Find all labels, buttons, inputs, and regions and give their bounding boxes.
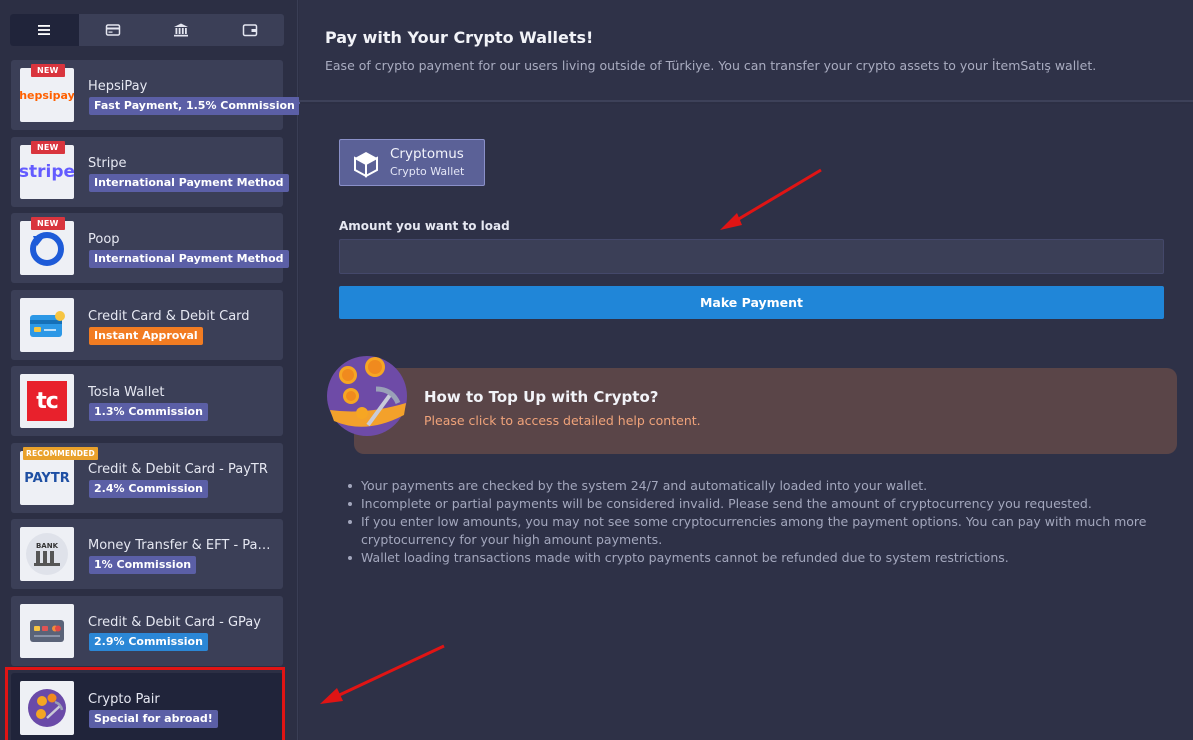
crypto-mining-icon bbox=[327, 356, 407, 436]
payment-method-crypto-pair[interactable]: Crypto Pair Special for abroad! bbox=[5, 667, 285, 740]
menu-icon bbox=[38, 25, 51, 35]
list-item: Incomplete or partial payments will be c… bbox=[343, 495, 1173, 513]
cube-icon bbox=[354, 152, 378, 178]
list-item: Your payments are checked by the system … bbox=[343, 477, 1173, 495]
tab-cards[interactable] bbox=[79, 14, 148, 46]
method-badge: Special for abroad! bbox=[89, 710, 218, 728]
list-item: If you enter low amounts, you may not se… bbox=[343, 513, 1173, 549]
crypto-payment-panel: Cryptomus Crypto Wallet Amount you want … bbox=[299, 104, 1193, 740]
make-payment-button[interactable]: Make Payment bbox=[339, 286, 1164, 319]
tab-wallet[interactable] bbox=[216, 14, 285, 46]
method-name: Stripe bbox=[88, 156, 127, 171]
method-badge: International Payment Method bbox=[89, 250, 289, 268]
method-name: HepsiPay bbox=[88, 79, 148, 94]
bank-icon bbox=[174, 23, 189, 37]
tab-all[interactable] bbox=[10, 14, 79, 46]
method-badge: 1.3% Commission bbox=[89, 403, 208, 421]
page-title: Pay with Your Crypto Wallets! bbox=[325, 28, 594, 47]
method-badge: 2.9% Commission bbox=[89, 633, 208, 651]
payment-method-stripe[interactable]: NEW stripe Stripe International Payment … bbox=[11, 137, 289, 207]
wallet-name: Cryptomus bbox=[390, 146, 464, 162]
method-badge: International Payment Method bbox=[89, 174, 289, 192]
recommended-ribbon: RECOMMENDED bbox=[23, 447, 98, 460]
help-banner[interactable] bbox=[354, 368, 1177, 454]
credit-card-logo bbox=[20, 298, 74, 352]
method-name: Credit & Debit Card - PayTR bbox=[88, 462, 268, 477]
method-badge: 1% Commission bbox=[89, 556, 197, 574]
method-name: Poop bbox=[88, 232, 120, 247]
tab-bank[interactable] bbox=[147, 14, 216, 46]
tosla-logo: tc bbox=[20, 374, 74, 428]
method-badge: 2.4% Commission bbox=[89, 480, 208, 498]
page-subtitle: Ease of crypto payment for our users liv… bbox=[325, 58, 1097, 73]
method-category-tabs bbox=[10, 14, 284, 46]
list-item: Wallet loading transactions made with cr… bbox=[343, 549, 1173, 567]
payment-method-poop[interactable]: NEW Poop International Payment Method bbox=[11, 213, 289, 283]
help-subtitle: Please click to access detailed help con… bbox=[424, 413, 701, 428]
gpay-logo bbox=[20, 604, 74, 658]
payment-notes: Your payments are checked by the system … bbox=[343, 477, 1173, 567]
wallet-subtitle: Crypto Wallet bbox=[390, 165, 465, 178]
wallet-option-cryptomus[interactable]: Cryptomus Crypto Wallet bbox=[339, 139, 485, 186]
payment-method-hepsipay[interactable]: NEW hepsipay HepsiPay Fast Payment, 1.5%… bbox=[11, 60, 300, 130]
method-badge: Instant Approval bbox=[89, 327, 203, 345]
new-ribbon: NEW bbox=[31, 217, 65, 230]
wallet-icon bbox=[242, 24, 257, 37]
payment-method-credit-card[interactable]: Credit Card & Debit Card Instant Approva… bbox=[11, 290, 283, 360]
method-name: Money Transfer & EFT - Pay… bbox=[88, 538, 276, 553]
payment-method-paytr[interactable]: RECOMMENDED PAYTR Credit & Debit Card - … bbox=[11, 443, 283, 513]
help-title: How to Top Up with Crypto? bbox=[424, 388, 659, 406]
crypto-pair-logo bbox=[20, 681, 74, 735]
payment-method-gpay[interactable]: Credit & Debit Card - GPay 2.9% Commissi… bbox=[11, 596, 283, 666]
new-ribbon: NEW bbox=[31, 64, 65, 77]
amount-input[interactable] bbox=[339, 239, 1164, 274]
bank-logo: BANK bbox=[20, 527, 74, 581]
method-name: Crypto Pair bbox=[88, 692, 160, 707]
method-badge: Fast Payment, 1.5% Commission bbox=[89, 97, 300, 115]
credit-card-icon bbox=[105, 24, 120, 36]
method-name: Tosla Wallet bbox=[88, 385, 165, 400]
payment-method-sidebar: NEW hepsipay HepsiPay Fast Payment, 1.5%… bbox=[0, 0, 300, 740]
method-name: Credit & Debit Card - GPay bbox=[88, 615, 261, 630]
amount-label: Amount you want to load bbox=[339, 219, 510, 233]
payment-method-money-transfer[interactable]: BANK Money Transfer & EFT - Pay… 1% Comm… bbox=[11, 519, 283, 589]
method-name: Credit Card & Debit Card bbox=[88, 309, 250, 324]
payment-method-tosla-wallet[interactable]: tc Tosla Wallet 1.3% Commission bbox=[11, 366, 283, 436]
new-ribbon: NEW bbox=[31, 141, 65, 154]
page-header: Pay with Your Crypto Wallets! Ease of cr… bbox=[299, 0, 1193, 102]
